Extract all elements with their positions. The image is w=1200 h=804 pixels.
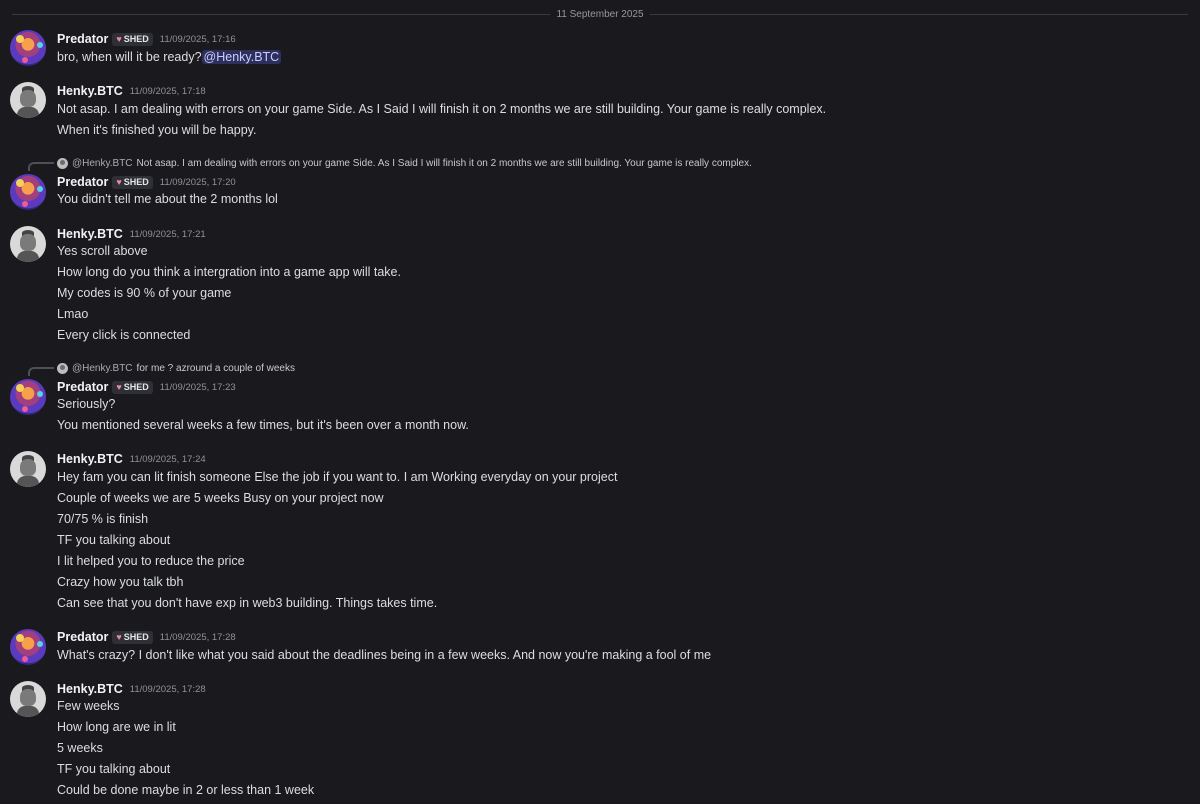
message-line: Hey fam you can lit finish someone Else …: [57, 470, 618, 484]
message-line: I lit helped you to reduce the price: [57, 554, 245, 568]
avatar[interactable]: [10, 174, 46, 210]
reply-preview[interactable]: @Henky.BTC Not asap. I am dealing with e…: [57, 156, 752, 170]
timestamp: 11/09/2025, 17:20: [159, 176, 236, 188]
message-line: You didn't tell me about the 2 months lo…: [57, 192, 278, 206]
date-divider-label: 11 September 2025: [550, 9, 650, 20]
user-mention[interactable]: @Henky.BTC: [201, 50, 282, 64]
reply-spine: [28, 162, 54, 171]
avatar[interactable]: [10, 82, 46, 118]
guild-tag-badge[interactable]: ♥ SHED: [112, 380, 153, 394]
message-line: Not asap. I am dealing with errors on yo…: [57, 102, 827, 116]
message-line: Couple of weeks we are 5 weeks Busy on y…: [57, 491, 384, 505]
username[interactable]: Predator: [57, 175, 108, 189]
username[interactable]: Henky.BTC: [57, 452, 123, 466]
message-line: Few weeks: [57, 699, 120, 713]
avatar[interactable]: [10, 379, 46, 415]
username[interactable]: Henky.BTC: [57, 227, 123, 241]
timestamp: 11/09/2025, 17:16: [159, 33, 236, 45]
message-line: TF you talking about: [57, 533, 171, 547]
timestamp: 11/09/2025, 17:24: [129, 453, 206, 465]
message-line: 5 weeks: [57, 741, 103, 755]
message-line: TF you talking about: [57, 762, 171, 776]
guild-tag-badge[interactable]: ♥ SHED: [112, 630, 153, 644]
message-line: What's crazy? I don't like what you said…: [57, 648, 712, 662]
message-line: How long do you think a intergration int…: [57, 265, 401, 279]
username[interactable]: Predator: [57, 32, 108, 46]
avatar[interactable]: [10, 30, 46, 66]
timestamp: 11/09/2025, 17:28: [159, 631, 236, 643]
avatar[interactable]: [10, 226, 46, 262]
reply-spine: [28, 367, 54, 376]
message-line: Can see that you don't have exp in web3 …: [57, 596, 438, 610]
avatar[interactable]: [10, 629, 46, 665]
reply-avatar: [57, 157, 68, 169]
heart-icon: ♥: [116, 34, 122, 44]
message-line: bro, when will it be ready? @Henky.BTC: [57, 50, 282, 64]
message-line: Seriously?: [57, 397, 116, 411]
message-line: Crazy how you talk tbh: [57, 575, 184, 589]
message-line: How long are we in lit: [57, 720, 176, 734]
message-line: Lmao: [57, 307, 89, 321]
timestamp: 11/09/2025, 17:18: [129, 85, 206, 97]
avatar[interactable]: [10, 681, 46, 717]
timestamp: 11/09/2025, 17:28: [129, 683, 206, 695]
message-line: Yes scroll above: [57, 244, 148, 258]
avatar[interactable]: [10, 451, 46, 487]
reply-preview[interactable]: @Henky.BTC for me ? azround a couple of …: [57, 361, 295, 375]
message-line: 70/75 % is finish: [57, 512, 149, 526]
message-line: Could be done maybe in 2 or less than 1 …: [57, 783, 315, 797]
username[interactable]: Predator: [57, 630, 108, 644]
message-line: You mentioned several weeks a few times,…: [57, 418, 469, 432]
message-line: Every click is connected: [57, 328, 191, 342]
timestamp: 11/09/2025, 17:23: [159, 381, 236, 393]
guild-tag-badge[interactable]: ♥ SHED: [112, 32, 153, 46]
username[interactable]: Henky.BTC: [57, 84, 123, 98]
reply-avatar: [57, 362, 68, 374]
message-line: When it's finished you will be happy.: [57, 123, 257, 137]
username[interactable]: Henky.BTC: [57, 682, 123, 696]
message-line: My codes is 90 % of your game: [57, 286, 232, 300]
username[interactable]: Predator: [57, 380, 108, 394]
timestamp: 11/09/2025, 17:21: [129, 228, 206, 240]
guild-tag-badge[interactable]: ♥ SHED: [112, 175, 153, 189]
heart-icon: ♥: [116, 632, 122, 642]
heart-icon: ♥: [116, 382, 122, 392]
heart-icon: ♥: [116, 177, 122, 187]
